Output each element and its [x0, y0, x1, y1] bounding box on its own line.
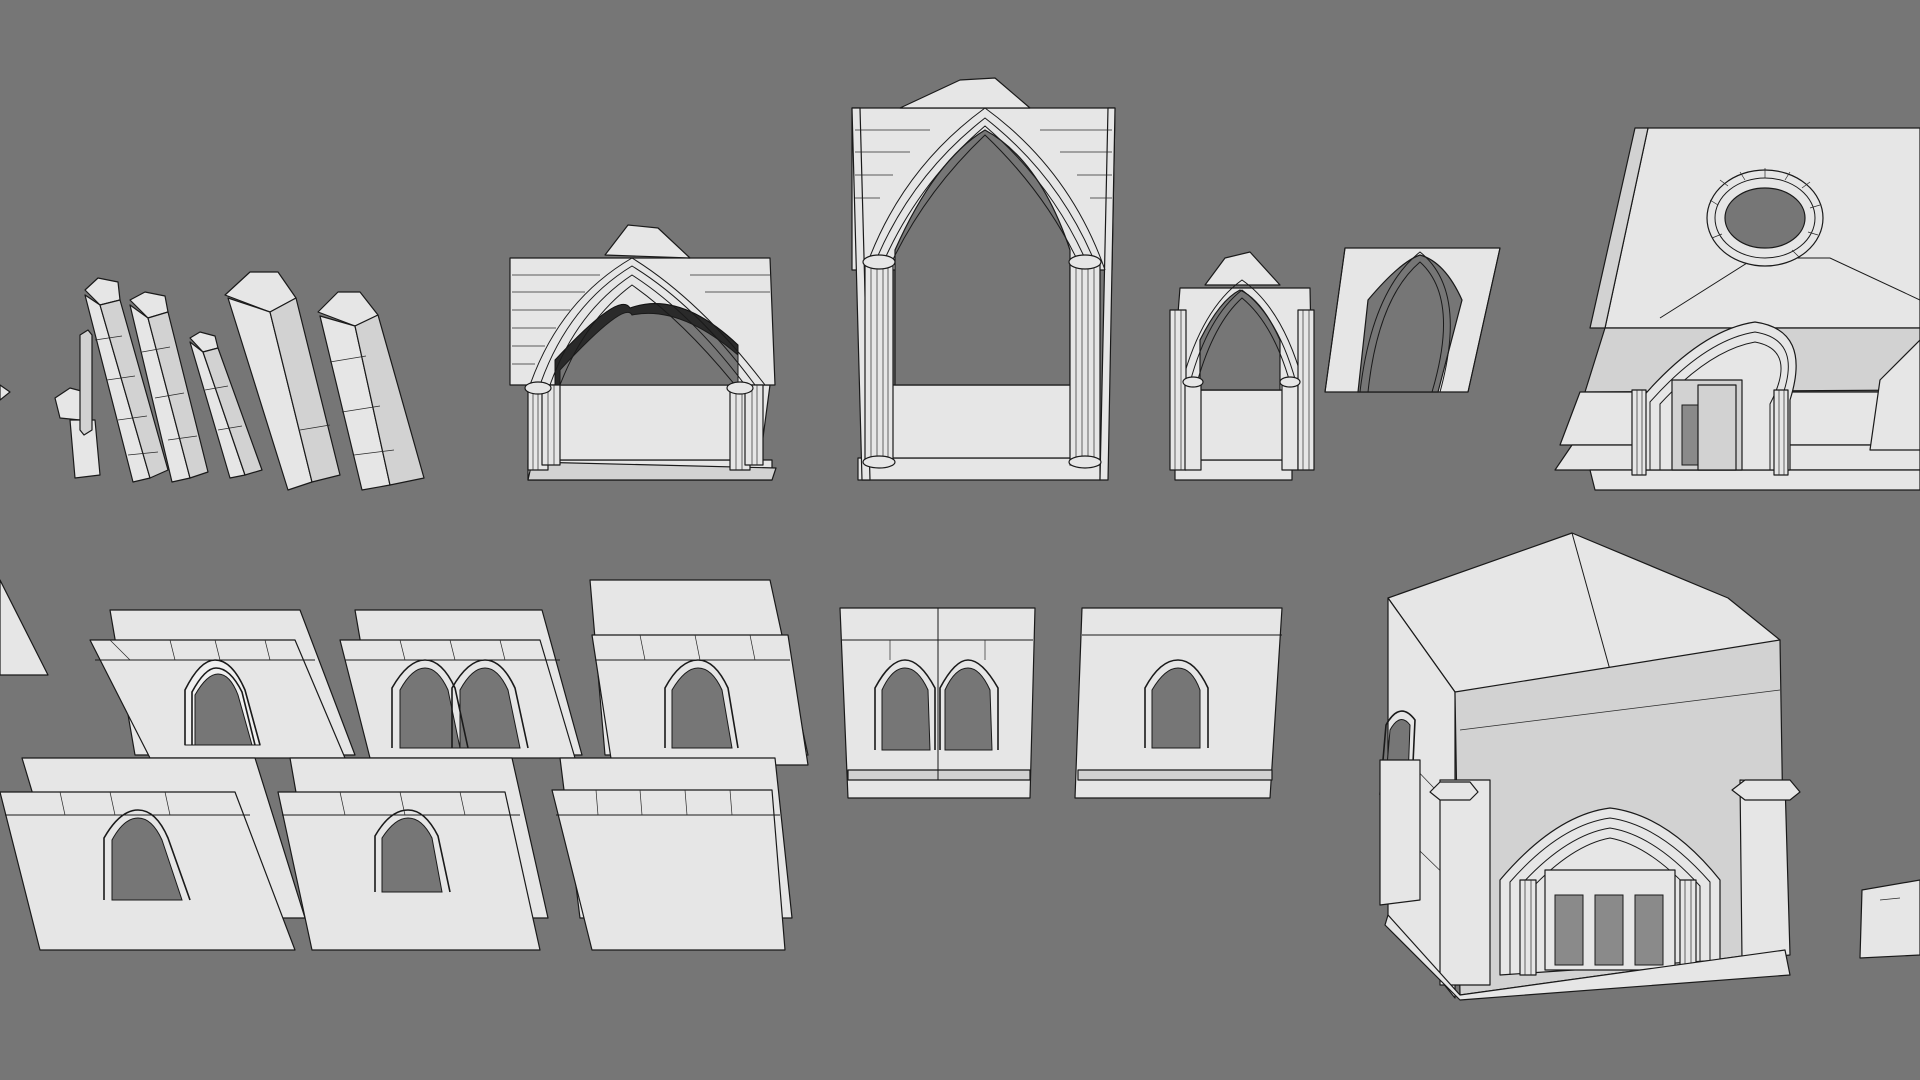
small-gothic-arch[interactable]: [509, 224, 777, 481]
narrow-gothic-arch[interactable]: [1169, 251, 1315, 481]
chapel-building[interactable]: [1379, 532, 1920, 1001]
window-wall-single-b[interactable]: [589, 579, 809, 766]
wall-arch-frame[interactable]: [1324, 247, 1501, 393]
partial-object-left-bottom[interactable]: [0, 579, 49, 676]
window-wall-double-c[interactable]: [839, 607, 1036, 799]
partial-object-left-top[interactable]: [0, 384, 11, 401]
window-wall-double[interactable]: [339, 609, 583, 759]
window-wall-low-a[interactable]: [0, 757, 306, 951]
plain-wall-panel[interactable]: [551, 757, 793, 951]
3d-viewport[interactable]: [0, 0, 1920, 1080]
window-wall-single-c[interactable]: [1074, 607, 1283, 799]
model-scene: [0, 77, 1920, 1001]
rose-window-facade[interactable]: [1554, 127, 1920, 491]
tall-gothic-arch[interactable]: [851, 77, 1116, 481]
window-wall-low-b[interactable]: [277, 757, 549, 951]
pillar-cluster[interactable]: [54, 271, 425, 491]
window-wall-single[interactable]: [89, 609, 356, 759]
